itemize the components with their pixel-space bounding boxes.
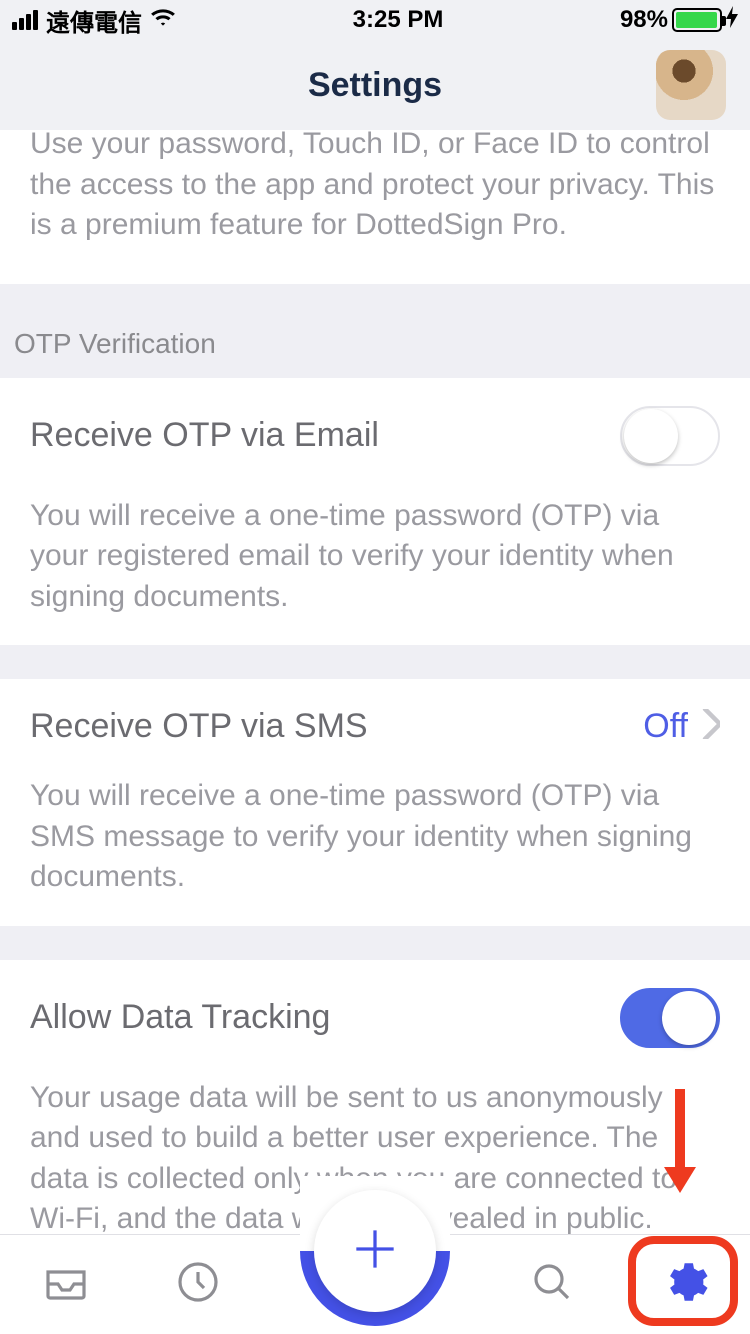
tab-history[interactable] bbox=[168, 1255, 228, 1315]
plus-icon bbox=[347, 1221, 403, 1282]
battery-pct-label: 98% bbox=[620, 6, 668, 34]
otp-sms-desc: You will receive a one-time password (OT… bbox=[30, 776, 720, 898]
annotation-arrow-icon bbox=[660, 1089, 700, 1204]
wifi-icon bbox=[150, 6, 176, 34]
otp-email-cell: Receive OTP via Email You will receive a… bbox=[0, 378, 750, 646]
add-button[interactable] bbox=[314, 1190, 436, 1312]
status-bar: 遠傳電信 3:25 PM 98% bbox=[0, 0, 750, 40]
data-tracking-toggle[interactable] bbox=[620, 988, 720, 1048]
tab-settings[interactable] bbox=[654, 1255, 714, 1315]
search-icon bbox=[528, 1258, 576, 1311]
status-left: 遠傳電信 bbox=[12, 3, 176, 38]
battery-icon bbox=[672, 8, 722, 32]
tab-inbox[interactable] bbox=[36, 1255, 96, 1315]
otp-sms-title: Receive OTP via SMS bbox=[30, 707, 368, 746]
nav-header: Settings bbox=[0, 40, 750, 130]
otp-sms-value: Off bbox=[643, 707, 688, 746]
passcode-section-desc: Use your password, Touch ID, or Face ID … bbox=[0, 130, 750, 284]
inbox-icon bbox=[42, 1258, 90, 1311]
otp-section-header: OTP Verification bbox=[0, 284, 750, 378]
otp-email-desc: You will receive a one-time password (OT… bbox=[30, 496, 720, 618]
carrier-label: 遠傳電信 bbox=[46, 3, 142, 38]
otp-email-toggle[interactable] bbox=[620, 406, 720, 466]
status-right: 98% bbox=[620, 6, 738, 35]
clock-label: 3:25 PM bbox=[353, 6, 444, 34]
otp-sms-cell[interactable]: Receive OTP via SMS Off You will receive… bbox=[0, 679, 750, 926]
data-tracking-title: Allow Data Tracking bbox=[30, 998, 330, 1037]
avatar[interactable] bbox=[656, 50, 726, 120]
page-title: Settings bbox=[308, 66, 442, 105]
gear-icon bbox=[659, 1257, 709, 1312]
tab-search[interactable] bbox=[522, 1255, 582, 1315]
fab-container bbox=[300, 1176, 450, 1326]
otp-email-title: Receive OTP via Email bbox=[30, 416, 379, 455]
settings-content[interactable]: Use your password, Touch ID, or Face ID … bbox=[0, 130, 750, 1234]
chevron-right-icon bbox=[702, 709, 720, 744]
charging-icon bbox=[726, 6, 738, 35]
clock-icon bbox=[174, 1258, 222, 1311]
signal-icon bbox=[12, 10, 38, 30]
